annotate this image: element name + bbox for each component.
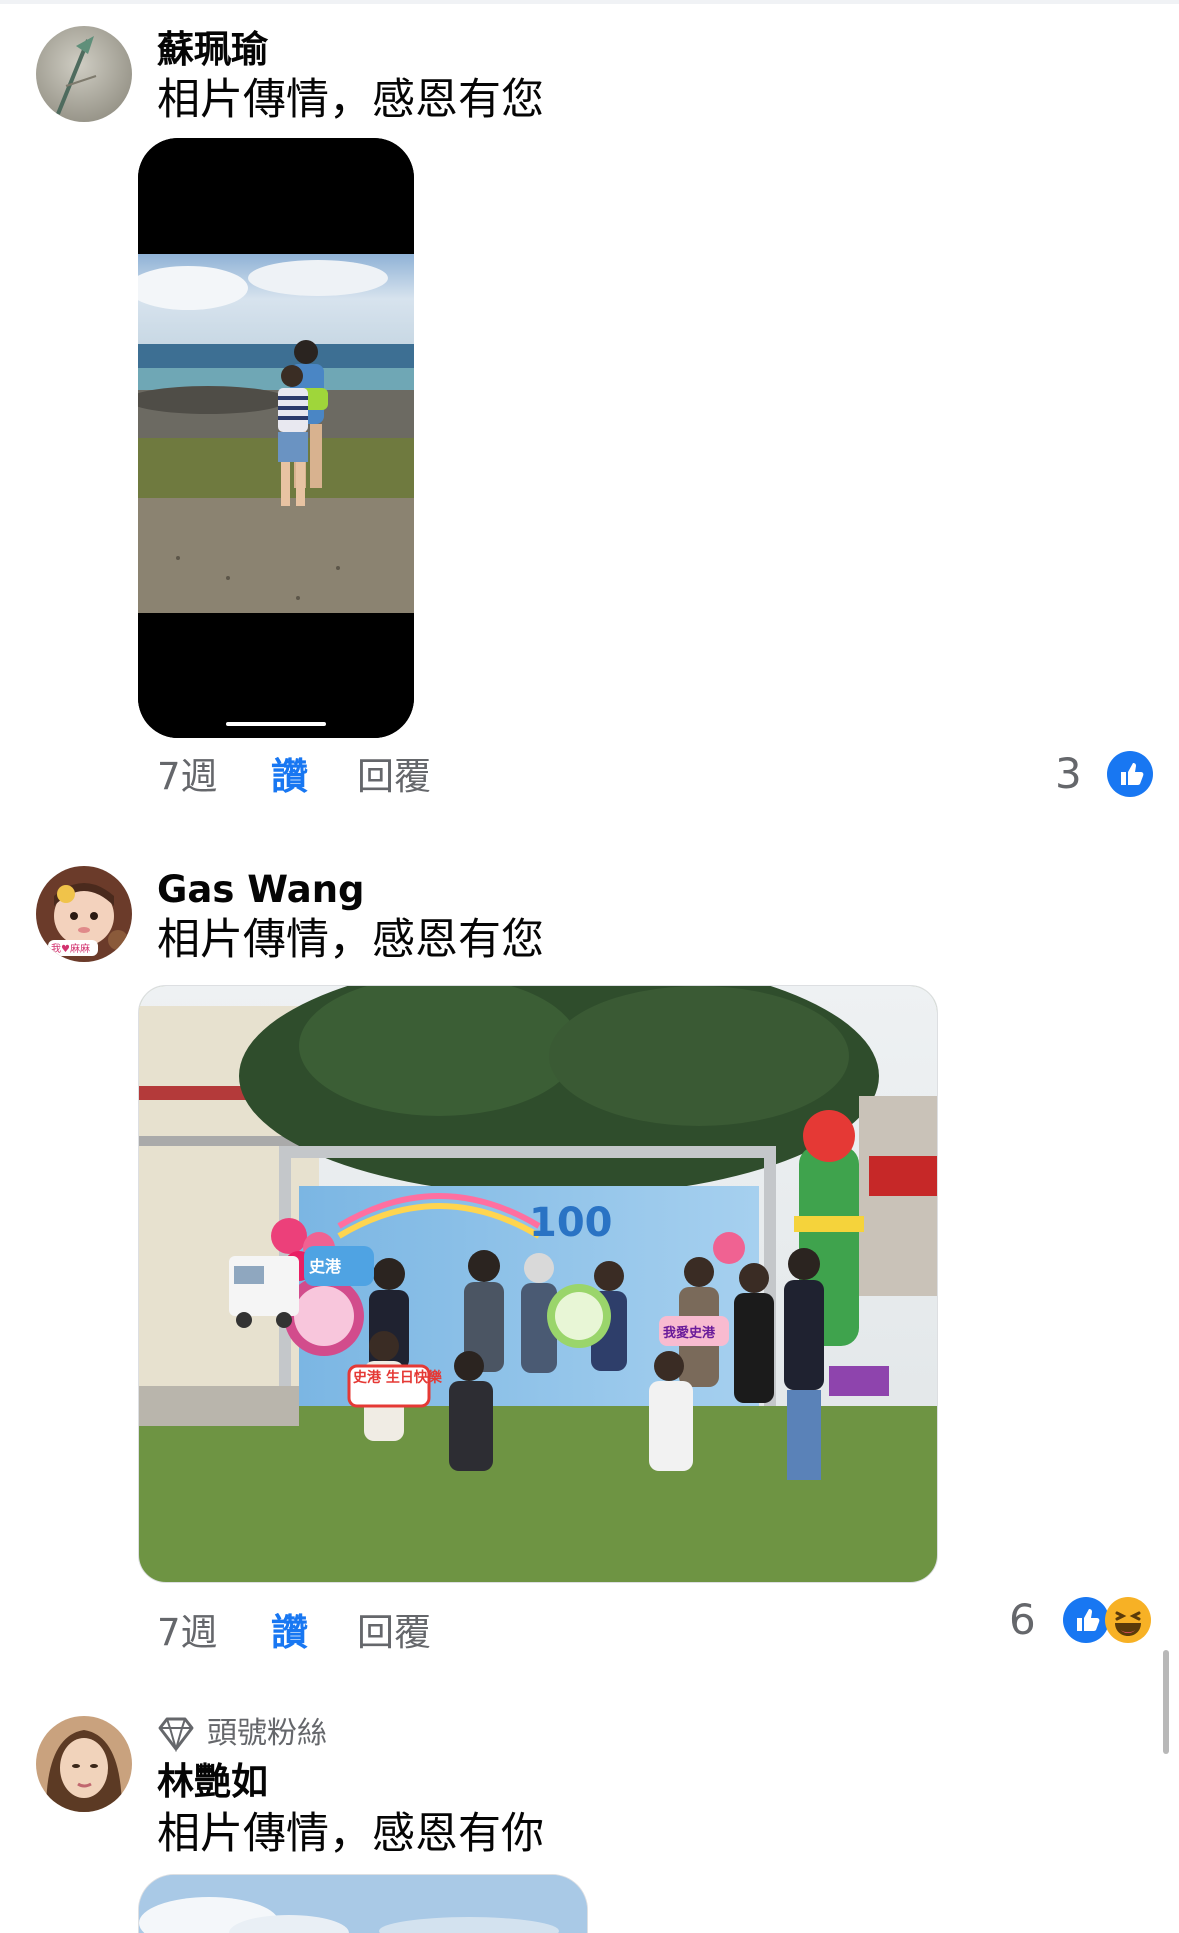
comment-time[interactable]: 7週: [157, 1608, 218, 1658]
reply-button[interactable]: 回覆: [357, 752, 431, 802]
comment-text: 相片傳情，感恩有您: [157, 75, 544, 125]
comment-text: 相片傳情，感恩有您: [157, 915, 544, 965]
reaction-summary[interactable]: 6: [1009, 1594, 1155, 1646]
comment-author[interactable]: 林艷如: [157, 1760, 268, 1804]
like-icon: [1063, 1597, 1109, 1643]
reaction-summary[interactable]: 3: [1055, 748, 1155, 800]
avatar-sticker-text: 我♥麻麻: [51, 942, 90, 955]
diamond-icon: [157, 1716, 195, 1753]
avatar[interactable]: 我♥麻麻: [36, 866, 132, 962]
like-icon: [1107, 751, 1153, 797]
like-button[interactable]: 讚: [271, 1608, 308, 1658]
photo-sign-100: 100: [529, 1200, 613, 1246]
comment-photo[interactable]: [138, 1874, 588, 1933]
like-button[interactable]: 讚: [271, 752, 308, 802]
comment-item: 頭號粉絲 林艷如 相片傳情，感恩有你: [0, 1700, 1179, 1933]
comment-text: 相片傳情，感恩有你: [157, 1809, 544, 1859]
photo-sign-love: 我愛史港: [663, 1325, 716, 1341]
comment-photo[interactable]: [138, 138, 414, 738]
scrollbar[interactable]: [1163, 1650, 1169, 1754]
avatar[interactable]: [36, 26, 132, 122]
comment-item: 蘇珮瑜 相片傳情，感恩有您 7週 讚 回覆 3: [0, 0, 1179, 810]
reaction-count: 6: [1009, 1595, 1036, 1644]
photo-sign-shigang: 史港: [309, 1257, 342, 1276]
badge-label: 頭號粉絲: [207, 1716, 327, 1751]
comment-item: 我♥麻麻 Gas Wang 相片傳情，感恩有您 100 史港 生日快樂 我愛史港…: [0, 840, 1179, 1660]
haha-icon: [1105, 1597, 1151, 1643]
comment-actions: 7週 讚 回覆: [157, 1608, 1157, 1658]
photo-sign-birthday: 史港 生日快樂: [353, 1369, 443, 1386]
avatar[interactable]: [36, 1716, 132, 1812]
reply-button[interactable]: 回覆: [357, 1608, 431, 1658]
comment-photo[interactable]: 100 史港 生日快樂 我愛史港 史港: [138, 985, 938, 1583]
comment-actions: 7週 讚 回覆: [157, 752, 1157, 802]
reaction-count: 3: [1055, 749, 1082, 798]
comment-author[interactable]: Gas Wang: [157, 868, 365, 912]
top-fan-badge: 頭號粉絲: [157, 1714, 357, 1754]
comment-author[interactable]: 蘇珮瑜: [157, 28, 268, 72]
comment-time[interactable]: 7週: [157, 752, 218, 802]
